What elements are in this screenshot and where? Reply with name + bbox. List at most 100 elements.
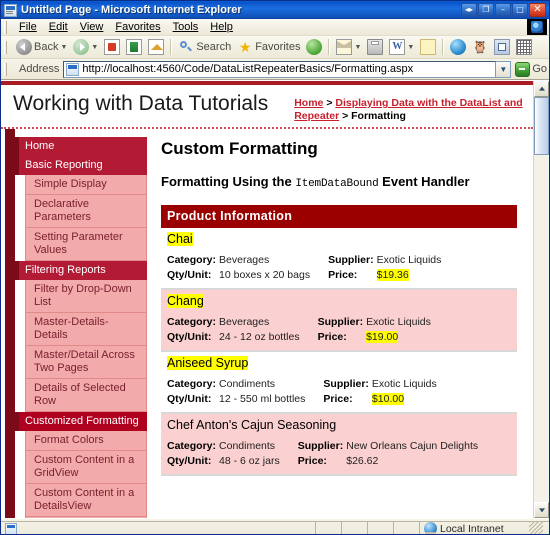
sidebar-item-master-detail-across-two-pages[interactable]: Master/Detail Across Two Pages [25, 346, 147, 379]
resize-grip[interactable] [529, 521, 543, 534]
maximize-icon: □ [516, 5, 524, 14]
sidebar-item-declarative-parameters[interactable]: Declarative Parameters [25, 195, 147, 228]
maximize-button[interactable]: □ [512, 3, 528, 17]
status-pane-4 [393, 520, 419, 534]
sidebar-item-filtering-reports[interactable]: Filtering Reports [11, 261, 147, 280]
security-zone-pane[interactable]: Local Intranet [419, 520, 549, 534]
window-controls: ◂▸ ❐ – □ ✕ [461, 3, 548, 17]
print-icon [367, 39, 384, 55]
menu-favorites[interactable]: Favorites [109, 20, 166, 34]
grid-button[interactable] [513, 37, 535, 57]
print-button[interactable] [364, 37, 386, 57]
sidebar-item-home[interactable]: Home [11, 137, 147, 156]
sidebar-item-master-details-details[interactable]: Master-Details-Details [25, 313, 147, 346]
sidebar-item-filter-by-drop-down-list[interactable]: Filter by Drop-Down List [25, 280, 147, 313]
status-pane-1 [315, 520, 341, 534]
sidebar-item-details-of-selected-row[interactable]: Details of Selected Row [25, 379, 147, 412]
product-item: Aniseed Syrup Category: Condiments Suppl… [161, 352, 517, 414]
scrollbar-track[interactable] [534, 97, 549, 502]
product-name-text: Chai [167, 232, 193, 246]
qty-unit-label: Qty/Unit: [167, 331, 212, 343]
search-button[interactable]: Search [175, 37, 234, 57]
vertical-scrollbar[interactable] [533, 81, 549, 518]
search-icon [178, 39, 194, 55]
edit-chevron-down-icon[interactable]: ▼ [407, 44, 414, 51]
history-button[interactable] [303, 37, 325, 57]
product-item: Chai Category: Beverages Supplier: Exoti… [161, 228, 517, 290]
sidebar-item-simple-display[interactable]: Simple Display [25, 175, 147, 195]
menu-tools[interactable]: Tools [167, 20, 205, 34]
back-chevron-down-icon[interactable]: ▼ [60, 44, 67, 51]
menu-edit[interactable]: Edit [43, 20, 74, 34]
page-icon [66, 62, 80, 76]
grid-icon [516, 39, 533, 55]
subheading-suffix: Event Handler [378, 174, 470, 189]
category-value: Condiments [219, 378, 276, 390]
scrollbar-thumb[interactable] [534, 97, 549, 155]
menu-grip[interactable] [4, 20, 10, 34]
sidebar-item-custom-content-detailsview[interactable]: Custom Content in a DetailsView [25, 484, 147, 517]
scroll-up-button[interactable] [534, 81, 549, 97]
notes-icon [420, 39, 437, 55]
breadcrumb-separator-2: > [339, 110, 352, 122]
menu-file-label: File [19, 21, 37, 33]
sidebar-item-master-details-details-label: Master-Details-Details [34, 316, 109, 341]
home-button[interactable] [145, 37, 167, 57]
section-subheading: Formatting Using the ItemDataBound Event… [161, 173, 517, 193]
breadcrumb-link-home[interactable]: Home [294, 97, 323, 109]
product-field-row: Category: Beverages Supplier: Exotic Liq… [167, 253, 459, 268]
favorites-button[interactable]: ★ Favorites [234, 37, 303, 57]
messenger-button[interactable] [447, 37, 469, 57]
sidebar-item-setting-parameter-values-label: Setting Parameter Values [34, 231, 123, 256]
sidebar-item-basic-reporting[interactable]: Basic Reporting [11, 156, 147, 175]
menu-view[interactable]: View [74, 20, 110, 34]
restore-group-button[interactable]: ◂▸ [461, 3, 477, 17]
status-message-pane [1, 520, 315, 534]
address-grip[interactable] [4, 62, 10, 76]
sidebar-item-declarative-parameters-label: Declarative Parameters [34, 198, 91, 223]
edit-word-button[interactable]: W ▼ [386, 37, 417, 57]
bird-button[interactable]: 🦉 [469, 37, 491, 57]
menu-help[interactable]: Help [204, 20, 239, 34]
product-fields: Category: Beverages Supplier: Exotic Liq… [167, 253, 459, 283]
mail-button[interactable]: ▼ [333, 37, 364, 57]
address-input[interactable]: http://localhost:4560/Code/DataListRepea… [63, 60, 497, 78]
address-dropdown-button[interactable]: ▼ [496, 60, 512, 78]
menu-file[interactable]: File [13, 20, 43, 34]
product-name: Aniseed Syrup [167, 355, 511, 371]
sidebar-item-filtering-reports-label: Filtering Reports [25, 264, 106, 276]
refresh-button[interactable] [123, 37, 145, 57]
close-icon: ✕ [533, 4, 542, 15]
scroll-down-button[interactable] [534, 502, 549, 518]
sidebar-item-setting-parameter-values[interactable]: Setting Parameter Values [25, 228, 147, 261]
sidebar-item-filter-by-drop-down-list-label: Filter by Drop-Down List [34, 283, 132, 308]
category-value: Beverages [219, 316, 270, 328]
restore-window-button[interactable]: ❐ [478, 3, 494, 17]
subheading-code: ItemDataBound [295, 178, 379, 190]
sidebar-item-customized-formatting[interactable]: Customized Formatting [5, 412, 147, 431]
ie-logo-icon [527, 19, 547, 35]
product-fields: Category: Condiments Supplier: New Orlea… [167, 439, 496, 469]
status-pane-2 [341, 520, 367, 534]
sidebar-item-format-colors[interactable]: Format Colors [25, 431, 147, 451]
product-name: Chai [167, 231, 511, 247]
zone-globe-icon [424, 522, 437, 534]
sidebar-item-custom-content-truncated[interactable]: Custom Content in a [25, 517, 147, 518]
mail-chevron-down-icon[interactable]: ▼ [354, 44, 361, 51]
notes-button[interactable] [417, 37, 439, 57]
go-button[interactable]: Go [515, 61, 547, 77]
sidebar: Home Basic Reporting Simple Display Decl… [1, 129, 147, 518]
product-field-row: Category: Beverages Supplier: Exotic Liq… [167, 315, 449, 330]
product-name-text: Chang [167, 294, 204, 308]
forward-button[interactable]: ▼ [70, 37, 101, 57]
toolbar-grip[interactable] [4, 40, 10, 54]
research-button[interactable] [491, 37, 513, 57]
back-button[interactable]: Back ▼ [13, 37, 70, 57]
stop-button[interactable] [101, 37, 123, 57]
minimize-button[interactable]: – [495, 3, 511, 17]
close-button[interactable]: ✕ [529, 3, 546, 17]
price-label: Price: [297, 455, 327, 467]
forward-chevron-down-icon[interactable]: ▼ [91, 44, 98, 51]
sidebar-item-custom-content-gridview[interactable]: Custom Content in a GridView [25, 451, 147, 484]
forward-icon [73, 39, 90, 55]
